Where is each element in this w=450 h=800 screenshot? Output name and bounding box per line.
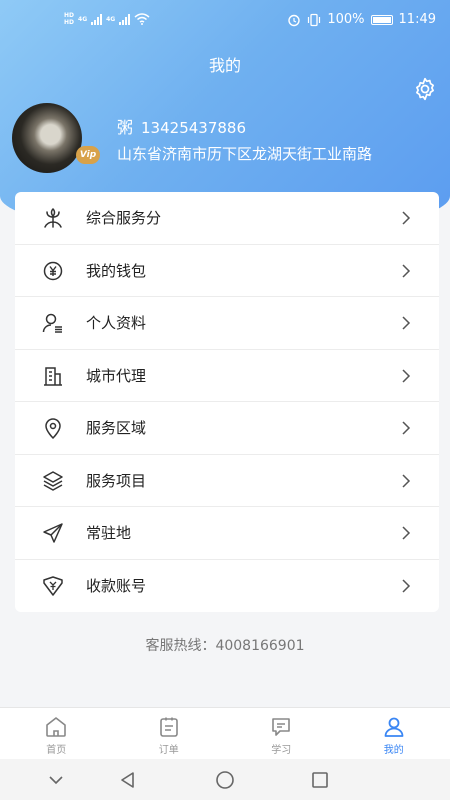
menu-label: 服务区域: [86, 419, 147, 438]
menu-item-service-area[interactable]: 服务区域: [15, 402, 439, 455]
network-type-1: 4G: [78, 15, 88, 23]
chevron-right-icon: [402, 578, 411, 593]
tab-label: 订单: [158, 745, 179, 756]
menu-label: 综合服务分: [86, 209, 162, 228]
battery-icon: [370, 14, 393, 25]
wifi-icon: [134, 13, 150, 25]
recents-icon[interactable]: [310, 770, 330, 790]
clipboard-icon: [159, 717, 178, 737]
user-profile-icon: [42, 313, 62, 333]
building-icon: [44, 366, 62, 386]
menu-label: 服务项目: [86, 471, 147, 490]
user-info-line: 粥 13425437886: [117, 114, 246, 138]
chevron-right-icon: [402, 211, 411, 225]
signal-icon: [91, 13, 103, 25]
bottom-tab-bar: 首页 订单 学习 我的: [0, 707, 450, 759]
chevron-right-icon: [402, 316, 411, 330]
chat-icon: [272, 718, 291, 736]
menu-label: 收款账号: [86, 577, 147, 596]
tab-label: 学习: [271, 745, 292, 756]
yuan-circle-icon: [43, 261, 63, 280]
chevron-right-icon: [402, 473, 411, 488]
tab-home[interactable]: 首页: [0, 708, 113, 759]
menu-item-profile[interactable]: 个人资料: [15, 297, 439, 350]
menu-label: 常驻地: [86, 524, 132, 543]
menu-label: 城市代理: [86, 366, 147, 385]
layers-icon: [43, 470, 63, 491]
chevron-right-icon: [402, 263, 411, 278]
gear-icon[interactable]: [412, 76, 438, 102]
alarm-icon: [288, 14, 301, 26]
chevron-right-icon: [402, 421, 411, 435]
location-pin-icon: [45, 418, 61, 440]
status-bar: HD HD 4G 4G 100% 11:49: [0, 0, 450, 40]
menu-item-residence[interactable]: 常驻地: [15, 507, 439, 560]
battery-percent: 100%: [327, 12, 365, 27]
page-title: 我的: [208, 56, 241, 75]
status-right: 100% 11:49: [287, 12, 436, 27]
tab-label: 我的: [383, 745, 404, 756]
menu-item-service-score[interactable]: 综合服务分: [15, 192, 439, 245]
clock: 11:49: [398, 12, 436, 27]
person-icon: [384, 717, 404, 737]
flower-icon: [44, 207, 62, 228]
network-type-2: 4G: [106, 15, 116, 23]
menu-item-wallet[interactable]: 我的钱包: [15, 245, 439, 297]
signal-icon: [119, 13, 131, 25]
user-phone: 13425437886: [141, 119, 246, 137]
system-nav-bar: [0, 759, 450, 800]
tab-label: 首页: [46, 745, 67, 756]
hd-indicator: HD HD: [64, 12, 74, 26]
yuan-envelope-icon: [43, 575, 63, 596]
customer-service-hotline[interactable]: 客服热线：4008166901: [0, 635, 450, 655]
hd-label-1: HD: [64, 12, 75, 19]
paper-plane-icon: [43, 523, 63, 543]
back-icon[interactable]: [118, 770, 138, 790]
home-circle-icon[interactable]: [215, 770, 235, 790]
tab-mine[interactable]: 我的: [338, 708, 450, 759]
menu-label: 个人资料: [86, 314, 147, 333]
chevron-right-icon: [402, 526, 411, 540]
chevron-right-icon: [402, 368, 411, 383]
menu-item-city-agent[interactable]: 城市代理: [15, 350, 439, 402]
user-address: 山东省济南市历下区龙湖天街工业南路: [117, 145, 373, 163]
menu-item-payment-account[interactable]: 收款账号: [15, 560, 439, 613]
home-icon: [46, 717, 67, 737]
tab-learning[interactable]: 学习: [225, 708, 338, 759]
vip-badge: Vip: [76, 146, 100, 164]
avatar[interactable]: [12, 103, 82, 173]
chevron-down-icon[interactable]: [46, 770, 66, 790]
user-name: 粥: [117, 118, 134, 137]
tab-orders[interactable]: 订单: [113, 708, 226, 759]
menu-item-service-items[interactable]: 服务项目: [15, 455, 439, 507]
vibrate-icon: [308, 13, 321, 26]
menu-card: 综合服务分 我的钱包 个人资料 城市代理 服务区域 服务项目 常驻地 收款账号: [15, 192, 439, 612]
menu-label: 我的钱包: [86, 261, 147, 280]
hd-label-2: HD: [64, 19, 75, 26]
status-left: HD HD 4G 4G: [64, 12, 150, 26]
